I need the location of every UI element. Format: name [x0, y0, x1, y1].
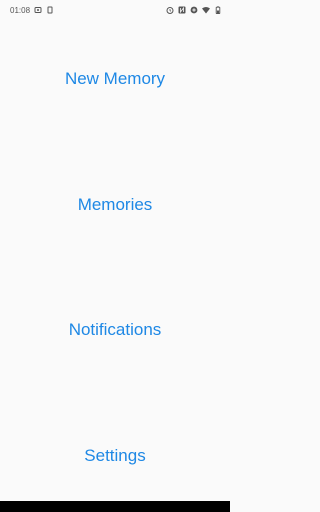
status-left: 01:08 — [10, 6, 54, 15]
status-right — [166, 6, 222, 14]
navigation-bar — [0, 501, 230, 512]
screen-cast-icon — [34, 6, 42, 14]
status-time: 01:08 — [10, 5, 31, 15]
nfc-icon — [178, 6, 186, 14]
wifi-icon — [202, 6, 210, 14]
notifications-button[interactable]: Notifications — [0, 320, 230, 340]
alarm-icon — [166, 6, 174, 14]
app-screen: 01:08 New Memory Memories Notifications … — [0, 0, 230, 512]
settings-button[interactable]: Settings — [0, 446, 230, 466]
memories-button[interactable]: Memories — [0, 195, 230, 215]
data-saver-icon — [190, 6, 198, 14]
new-memory-button[interactable]: New Memory — [0, 69, 230, 89]
sim-card-icon — [46, 6, 54, 14]
status-bar: 01:08 — [0, 0, 230, 20]
battery-icon — [214, 6, 222, 14]
